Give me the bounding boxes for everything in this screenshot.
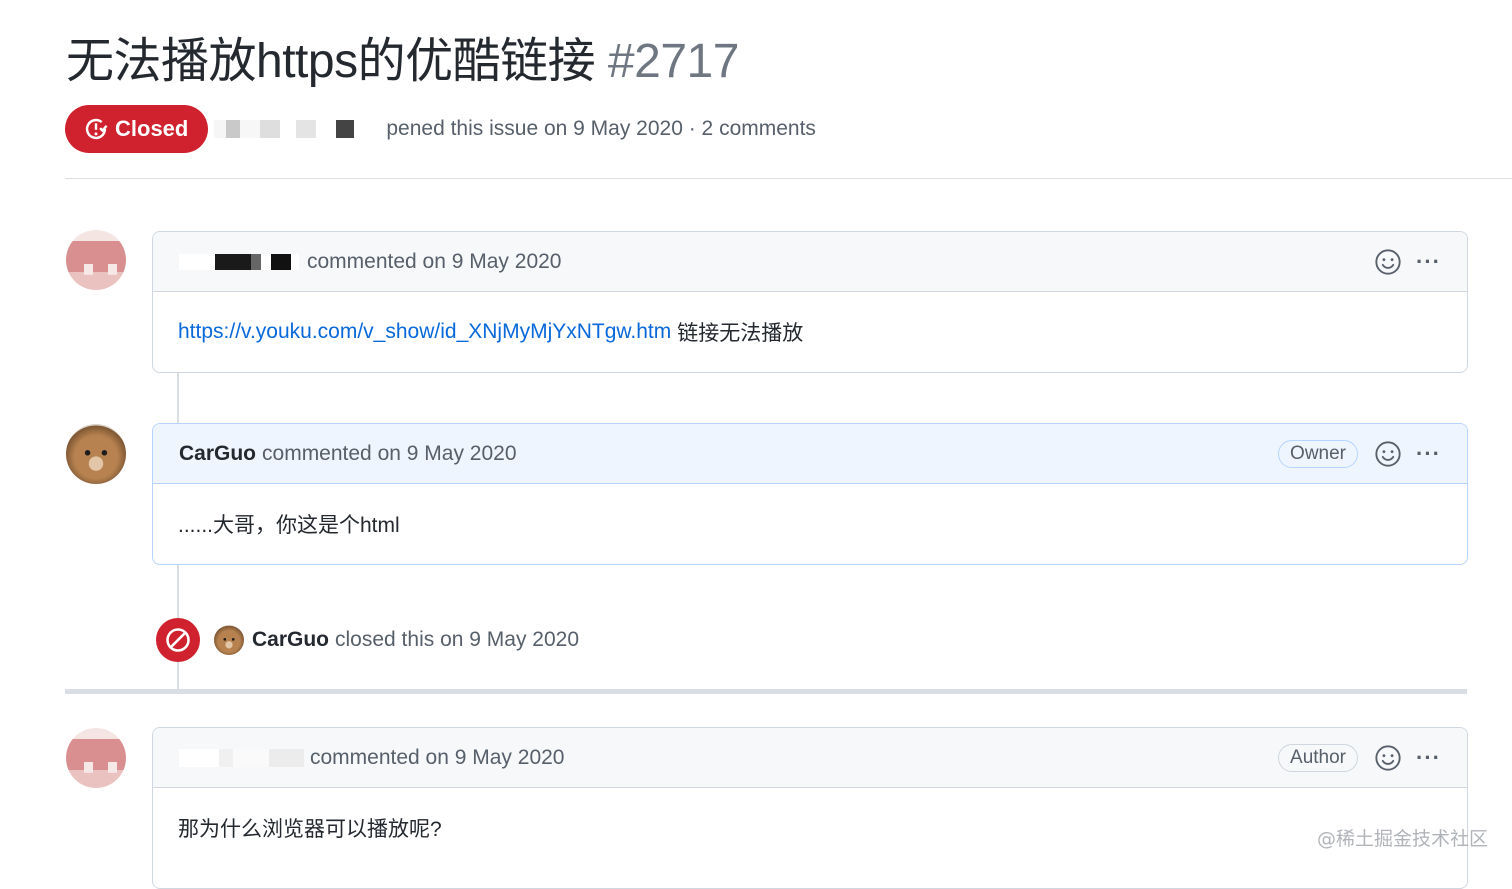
redacted-username: [214, 120, 365, 138]
timeline-divider: [65, 689, 1467, 694]
kebab-horizontal-icon[interactable]: ···: [1416, 746, 1441, 769]
comment-text: 链接无法播放: [677, 322, 804, 345]
comment-body: 那为什么浏览器可以播放呢?: [153, 788, 1467, 868]
state-label: Closed: [115, 116, 189, 141]
issue-number: #2717: [607, 35, 739, 88]
header-divider: [65, 178, 1512, 179]
state-badge: Closed: [65, 105, 209, 153]
issue-title-text: 无法播放https的优酷链接: [66, 35, 596, 88]
comment-header: commented on 9 May 2020 ···: [153, 232, 1467, 292]
event-badge: [156, 618, 200, 662]
comment-body: ......大哥，你这是个html: [153, 484, 1467, 564]
avatar[interactable]: [214, 625, 244, 655]
comment-author[interactable]: CarGuo: [179, 442, 256, 466]
issue-opened-text: pened this issue on 9 May 2020 · 2 comme…: [386, 117, 816, 140]
smiley-icon[interactable]: [1374, 440, 1402, 468]
issue-closed-icon: [85, 118, 108, 140]
comment-header: CarGuo commented on 9 May 2020 Owner ···: [153, 424, 1467, 484]
avatar[interactable]: [66, 728, 126, 788]
avatar[interactable]: [66, 230, 126, 290]
issue-title: 无法播放https的优酷链接 #2717: [66, 30, 739, 94]
comment-timestamp[interactable]: commented on 9 May 2020: [262, 442, 516, 466]
comment-1: commented on 9 May 2020 ··· https://v.yo…: [152, 231, 1468, 373]
timeline-line: [177, 372, 179, 424]
smiley-icon[interactable]: [1374, 744, 1402, 772]
comment-2: CarGuo commented on 9 May 2020 Owner ···…: [152, 423, 1468, 565]
closed-event: CarGuo closed this on 9 May 2020: [156, 618, 579, 662]
comment-3: commented on 9 May 2020 Author ··· 那为什么浏…: [152, 727, 1468, 889]
comment-text: ......大哥，你这是个html: [178, 514, 400, 537]
kebab-horizontal-icon[interactable]: ···: [1416, 442, 1441, 465]
event-author[interactable]: CarGuo: [252, 628, 329, 652]
circle-slash-icon: [166, 628, 190, 652]
watermark: @稀土掘金技术社区: [1316, 828, 1488, 850]
comment-header: commented on 9 May 2020 Author ···: [153, 728, 1467, 788]
author-badge: Author: [1278, 743, 1359, 772]
avatar[interactable]: [66, 424, 126, 484]
comment-text: 那为什么浏览器可以播放呢?: [178, 818, 442, 841]
youku-link[interactable]: https://v.youku.com/v_show/id_XNjMyMjYxN…: [178, 320, 671, 344]
comment-body: https://v.youku.com/v_show/id_XNjMyMjYxN…: [153, 292, 1467, 372]
comment-timestamp[interactable]: commented on 9 May 2020: [310, 746, 564, 770]
owner-badge: Owner: [1278, 439, 1359, 468]
comment-timestamp[interactable]: commented on 9 May 2020: [307, 250, 561, 274]
kebab-horizontal-icon[interactable]: ···: [1416, 250, 1441, 273]
redacted-username: [179, 253, 299, 270]
event-text: closed this on 9 May 2020: [335, 628, 579, 651]
issue-meta: Closed pened this issue on 9 May 2020 · …: [65, 104, 1065, 154]
smiley-icon[interactable]: [1374, 248, 1402, 276]
redacted-username: [179, 748, 304, 767]
